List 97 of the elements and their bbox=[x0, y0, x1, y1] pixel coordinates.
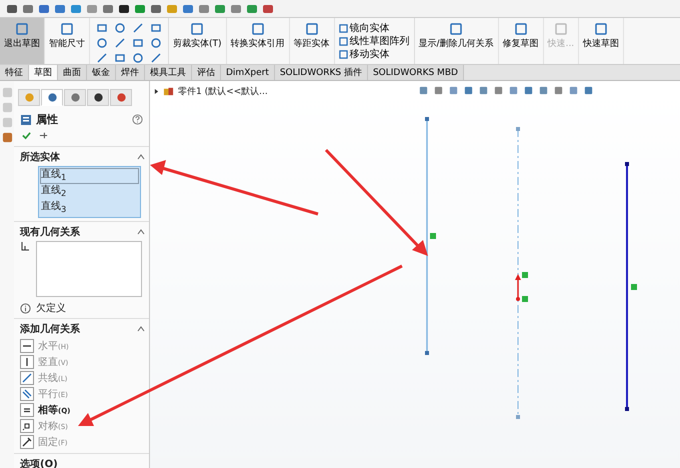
ribbon-button[interactable]: 退出草图 bbox=[0, 18, 45, 64]
ribbon-button[interactable]: 移动实体 bbox=[338, 48, 410, 60]
list-item[interactable]: 直线$_{3}$ bbox=[40, 200, 139, 216]
view-toolbar-icon[interactable] bbox=[583, 85, 594, 96]
list-item[interactable]: 直线$_{1}$ bbox=[40, 168, 139, 184]
ribbon-tab[interactable]: 评估 bbox=[192, 65, 221, 80]
ribbon-tab[interactable]: 钣金 bbox=[87, 65, 116, 80]
ribbon-tab[interactable]: 曲面 bbox=[58, 65, 87, 80]
view-toolbar-icon[interactable] bbox=[463, 85, 474, 96]
sketch-tool-icon[interactable] bbox=[114, 22, 126, 34]
sketch-command-icon bbox=[250, 22, 265, 36]
ribbon-button[interactable]: 修复草图 bbox=[498, 18, 544, 64]
tab-icon bbox=[92, 92, 104, 103]
status-text: 欠定义 bbox=[36, 302, 66, 315]
collapse-icon[interactable] bbox=[137, 154, 145, 160]
tab-icon bbox=[46, 92, 58, 103]
relation-icon[interactable] bbox=[20, 403, 34, 417]
ribbon-button[interactable]: 剪裁实体(T) bbox=[169, 18, 227, 64]
sketch-command-icon bbox=[190, 22, 204, 36]
sketch-tool-icon[interactable] bbox=[132, 22, 144, 34]
side-toolbar-icon[interactable] bbox=[2, 132, 12, 143]
view-toolbar-icon[interactable] bbox=[418, 85, 429, 96]
section-title: 添加几何关系 bbox=[20, 322, 80, 336]
view-toolbar-icon[interactable] bbox=[553, 85, 564, 96]
properties-icon bbox=[20, 114, 32, 126]
sketch-tool-icon[interactable] bbox=[96, 52, 108, 64]
relation-icon[interactable] bbox=[20, 339, 34, 353]
sketch-command-icon bbox=[514, 22, 528, 36]
tab-icon bbox=[116, 92, 126, 103]
relation-icon[interactable] bbox=[20, 355, 34, 369]
relation-marker bbox=[430, 233, 436, 239]
ribbon-tab[interactable]: SOLIDWORKS 插件 bbox=[274, 65, 368, 80]
relation-icon bbox=[20, 241, 30, 251]
sketch-command-icon bbox=[449, 22, 464, 36]
ribbon-button[interactable]: 快速草图 bbox=[579, 18, 624, 64]
sketch-command-icon bbox=[60, 22, 74, 36]
expand-icon[interactable] bbox=[154, 89, 159, 94]
view-toolbar-icon[interactable] bbox=[493, 85, 504, 96]
panel-tab[interactable] bbox=[41, 89, 63, 106]
sketch-tool-icon[interactable] bbox=[96, 37, 108, 49]
view-toolbar-icon[interactable] bbox=[523, 85, 534, 96]
relation-marker bbox=[522, 272, 528, 278]
tab-icon bbox=[24, 92, 34, 103]
ribbon-tab[interactable]: 特征 bbox=[0, 65, 29, 80]
ribbon-tab[interactable]: 草图 bbox=[29, 65, 58, 80]
info-icon bbox=[20, 302, 31, 314]
ribbon-button[interactable]: 显示/删除几何关系 bbox=[414, 18, 499, 64]
help-icon[interactable] bbox=[132, 114, 143, 125]
sketch-tool-icon[interactable] bbox=[150, 37, 162, 49]
ribbon-tab[interactable]: SOLIDWORKS MBD bbox=[368, 65, 464, 80]
view-toolbar-icon[interactable] bbox=[538, 85, 549, 96]
ribbon-tab[interactable]: 焊件 bbox=[116, 65, 145, 80]
sketch-command-icon bbox=[554, 22, 568, 36]
sketch-tool-icon[interactable] bbox=[150, 22, 162, 34]
check-icon[interactable] bbox=[22, 131, 31, 140]
part-icon bbox=[163, 86, 174, 97]
sketch-tool-icon[interactable] bbox=[150, 52, 162, 64]
ribbon-tab[interactable]: 模具工具 bbox=[145, 65, 192, 80]
collapse-icon[interactable] bbox=[137, 326, 145, 332]
view-toolbar-icon[interactable] bbox=[478, 85, 489, 96]
sketch-line[interactable] bbox=[625, 162, 629, 411]
selection-list[interactable]: 直线$_{1}$ 直线$_{2}$ 直线$_{3}$ bbox=[38, 166, 141, 218]
collapse-icon[interactable] bbox=[137, 229, 145, 235]
list-item[interactable]: 直线$_{2}$ bbox=[40, 184, 139, 200]
ribbon-button[interactable]: 转换实体引用 bbox=[226, 18, 290, 64]
toolbar-icon[interactable] bbox=[118, 2, 130, 14]
pin-icon[interactable] bbox=[39, 131, 48, 140]
panel-title: 属性 bbox=[36, 112, 58, 127]
sketch-command-icon bbox=[15, 22, 29, 36]
relation-icon[interactable] bbox=[20, 435, 34, 449]
relation-icon[interactable] bbox=[20, 419, 34, 433]
relation-marker bbox=[522, 296, 528, 302]
view-toolbar-icon[interactable] bbox=[433, 85, 444, 96]
tab-icon bbox=[70, 92, 80, 103]
view-toolbar-icon[interactable] bbox=[508, 85, 519, 96]
section-title: 所选实体 bbox=[20, 150, 60, 164]
ribbon-tab[interactable]: DimXpert bbox=[221, 65, 275, 80]
centerline[interactable] bbox=[516, 127, 520, 419]
sketch-command-icon bbox=[594, 22, 608, 36]
toolbar-icon[interactable] bbox=[6, 2, 18, 14]
view-toolbar-icon[interactable] bbox=[448, 85, 459, 96]
sketch-tool-icon[interactable] bbox=[132, 52, 144, 64]
panel-tab[interactable] bbox=[87, 89, 109, 106]
section-title: 现有几何关系 bbox=[20, 226, 80, 239]
part-name[interactable]: 零件1 (默认<<默认... bbox=[178, 85, 268, 98]
relation-marker bbox=[631, 284, 637, 290]
midpoint-marker bbox=[515, 274, 521, 301]
ribbon-button[interactable]: 等距实体 bbox=[290, 18, 335, 64]
ribbon-button[interactable]: 智能尺寸 bbox=[45, 18, 90, 64]
sketch-tool-icon[interactable] bbox=[114, 37, 126, 49]
sketch-tool-icon[interactable] bbox=[132, 37, 144, 49]
sketch-command-icon bbox=[304, 22, 319, 36]
ribbon-button[interactable]: 线性草图阵列 bbox=[338, 34, 410, 48]
ribbon-button[interactable]: 镜向实体 bbox=[338, 22, 410, 34]
sketch-tool-icon[interactable] bbox=[114, 52, 126, 64]
sketch-tool-icon[interactable] bbox=[96, 22, 108, 34]
view-toolbar-icon[interactable] bbox=[568, 85, 579, 96]
